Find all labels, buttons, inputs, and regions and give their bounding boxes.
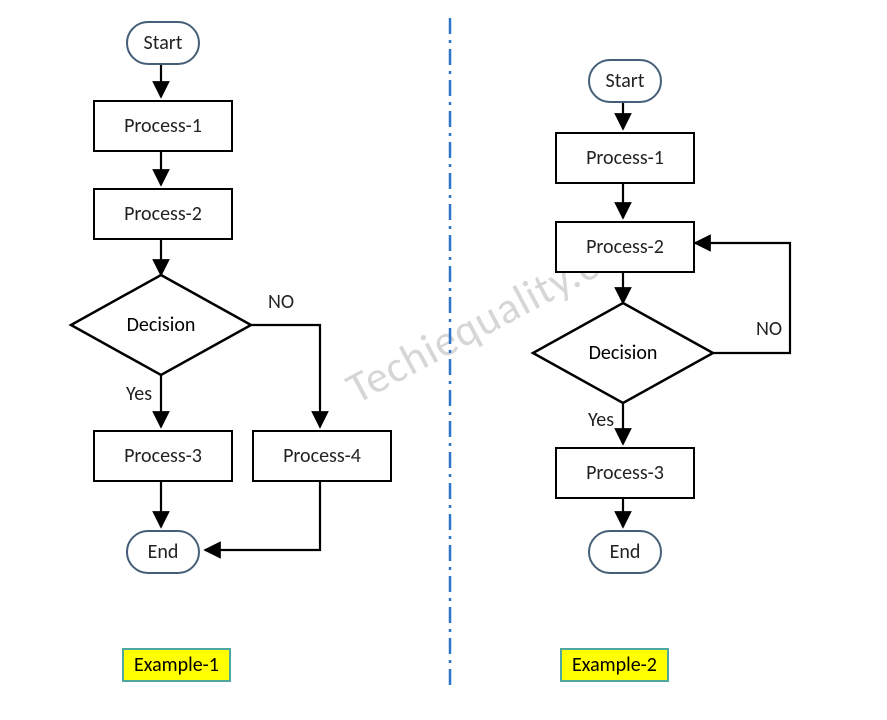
ex1-decision: Decision <box>71 275 251 375</box>
ex1-start: Start <box>126 21 200 65</box>
ex1-process-2-label: Process-2 <box>124 202 202 226</box>
ex2-process-3-label: Process-3 <box>586 461 664 485</box>
ex1-no-label: NO <box>268 290 294 314</box>
ex2-tag: Example-2 <box>560 648 669 682</box>
ex1-end: End <box>126 530 200 574</box>
ex1-tag-label: Example-1 <box>134 653 219 677</box>
ex1-end-label: End <box>148 540 179 564</box>
ex2-process-3: Process-3 <box>555 447 695 499</box>
ex1-yes-label: Yes <box>126 382 152 406</box>
ex2-yes-label: Yes <box>588 408 614 432</box>
ex2-end: End <box>588 530 662 574</box>
ex2-process-1: Process-1 <box>555 132 695 184</box>
ex2-start: Start <box>588 59 662 103</box>
ex1-process-3-label: Process-3 <box>124 444 202 468</box>
ex1-process-1: Process-1 <box>93 100 233 152</box>
flowchart-canvas: Techiequality.com <box>0 0 887 720</box>
ex2-process-2-label: Process-2 <box>586 235 664 259</box>
ex1-process-4-label: Process-4 <box>283 444 361 468</box>
ex1-process-3: Process-3 <box>93 430 233 482</box>
ex2-end-label: End <box>610 540 641 564</box>
ex1-tag: Example-1 <box>122 648 231 682</box>
ex1-start-label: Start <box>144 31 183 55</box>
ex2-process-1-label: Process-1 <box>586 146 664 170</box>
ex2-tag-label: Example-2 <box>572 653 657 677</box>
ex2-no-label: NO <box>756 317 782 341</box>
ex2-start-label: Start <box>606 69 645 93</box>
ex1-decision-label: Decision <box>71 275 251 375</box>
ex1-process-4: Process-4 <box>252 430 392 482</box>
ex2-decision-label: Decision <box>533 303 713 403</box>
ex2-process-2: Process-2 <box>555 221 695 273</box>
ex2-decision: Decision <box>533 303 713 403</box>
ex1-process-1-label: Process-1 <box>124 114 202 138</box>
ex1-process-2: Process-2 <box>93 188 233 240</box>
